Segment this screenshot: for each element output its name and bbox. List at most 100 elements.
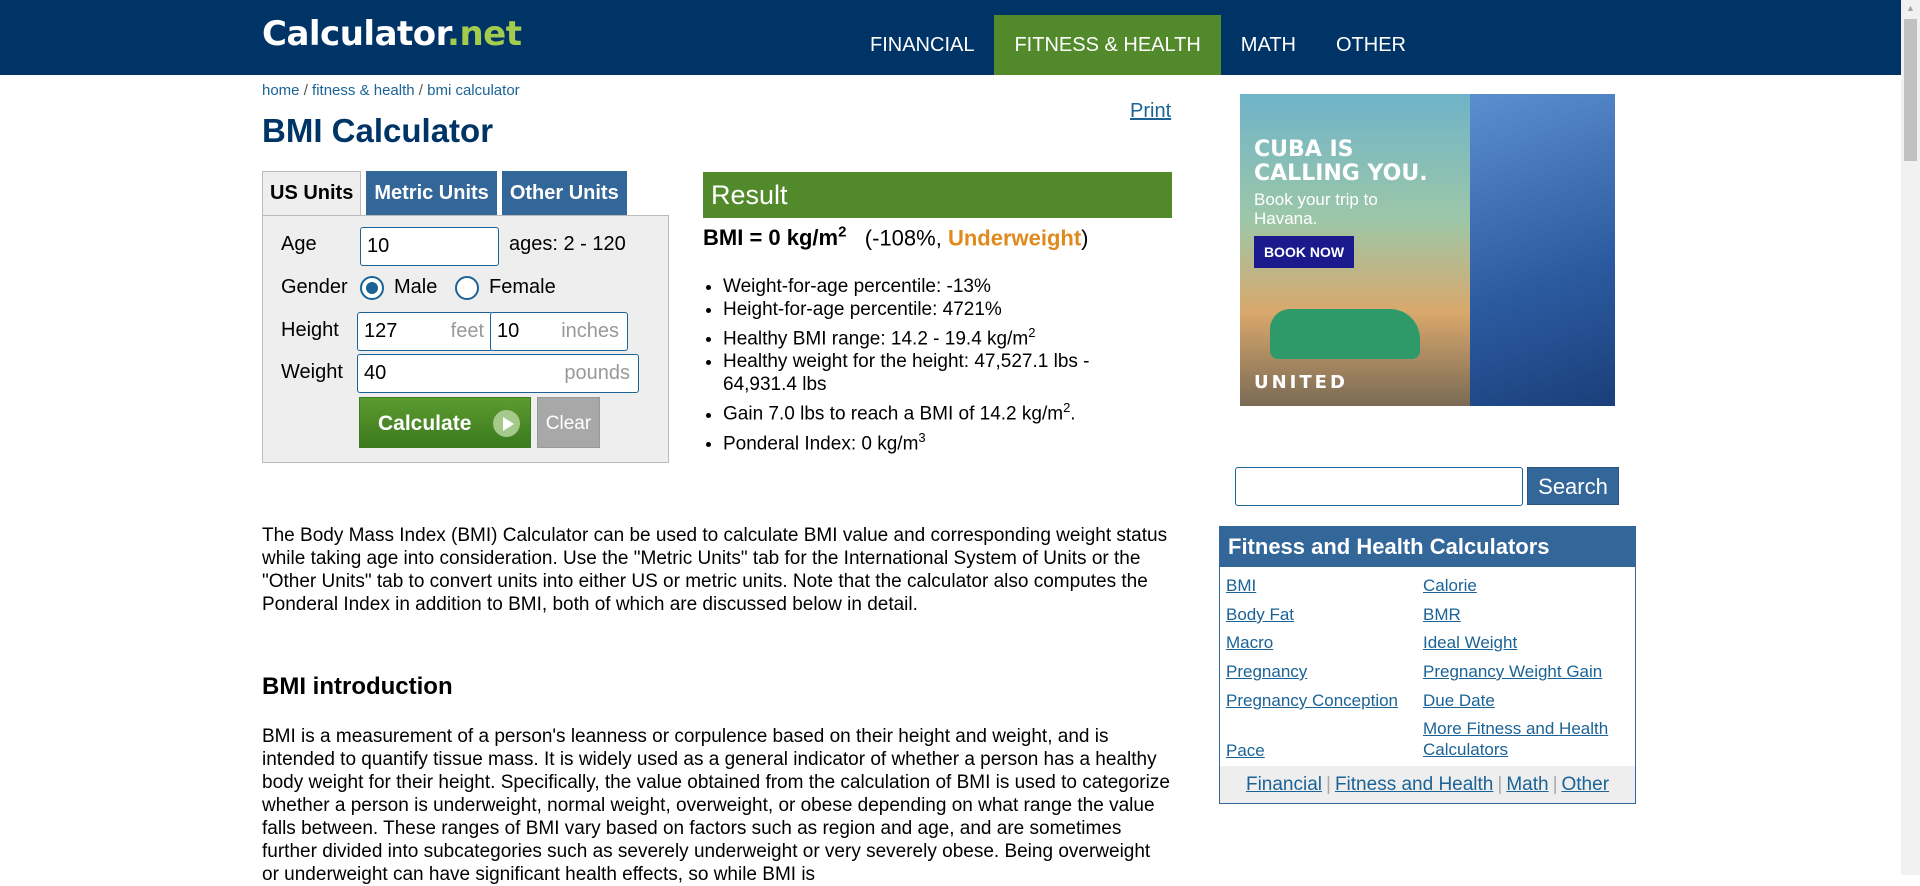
age-input[interactable]: 10 xyxy=(360,227,499,266)
print-link[interactable]: Print xyxy=(1130,100,1171,123)
gender-label: Gender xyxy=(281,276,348,298)
page-scrollbar[interactable]: ▲ xyxy=(1901,0,1920,875)
unit-tabs: US Units Metric Units Other Units xyxy=(262,171,632,216)
link-pregnancy-conception[interactable]: Pregnancy Conception xyxy=(1226,690,1398,711)
result-item-text: Height-for-age percentile: 4721% xyxy=(723,299,1002,320)
section-heading: BMI introduction xyxy=(262,673,453,700)
male-radio[interactable] xyxy=(360,276,384,300)
link-due-date[interactable]: Due Date xyxy=(1423,690,1495,711)
weight-label: Weight xyxy=(281,361,343,383)
footer-link-financial[interactable]: Financial xyxy=(1246,774,1322,795)
calculate-button[interactable]: Calculate xyxy=(359,397,531,448)
link-bmi[interactable]: BMI xyxy=(1226,575,1256,596)
link-calorie[interactable]: Calorie xyxy=(1423,575,1477,596)
result-item: Gain 7.0 lbs to reach a BMI of 14.2 kg/m… xyxy=(723,396,1163,425)
nav-other[interactable]: OTHER xyxy=(1316,15,1426,75)
inches-unit: inches xyxy=(561,320,619,342)
bmi-status: Underweight xyxy=(947,225,1082,251)
bmi-result-line: BMI = 0 kg/m2 (-108%, Underweight) xyxy=(703,224,1089,251)
result-item-exponent: 2 xyxy=(1028,325,1036,340)
tab-us-units[interactable]: US Units xyxy=(262,171,362,216)
result-item-suffix: . xyxy=(1070,403,1076,425)
main-nav: FINANCIAL FITNESS & HEALTH MATH OTHER xyxy=(850,15,1426,75)
footer-divider: | xyxy=(1326,774,1331,795)
breadcrumb-separator: / xyxy=(299,82,313,99)
calculate-label: Calculate xyxy=(378,412,472,435)
section-paragraph: BMI is a measurement of a person's leann… xyxy=(262,726,1170,885)
page-title: BMI Calculator xyxy=(262,112,494,149)
result-item: Weight-for-age percentile: -13% xyxy=(723,275,1163,298)
link-body-fat[interactable]: Body Fat xyxy=(1226,604,1294,625)
tab-other-units[interactable]: Other Units xyxy=(501,171,627,216)
logo-net: net xyxy=(459,14,522,54)
weight-unit: pounds xyxy=(564,362,630,384)
category-footer-links: Financial | Fitness and Health | Math | Other xyxy=(1220,766,1635,803)
ad-headline: CUBA IS CALLING YOU. xyxy=(1254,137,1428,186)
ad-car-image xyxy=(1270,309,1420,359)
male-label[interactable]: Male xyxy=(394,276,437,299)
search-input[interactable] xyxy=(1235,467,1523,506)
result-item-exponent: 3 xyxy=(918,429,926,445)
ad-subtext: Book your trip to Havana. xyxy=(1254,190,1378,228)
weight-value: 40 xyxy=(364,362,387,384)
search-button[interactable]: Search xyxy=(1527,467,1619,505)
result-item-text: Weight-for-age percentile: -13% xyxy=(723,276,991,297)
bmi-percent: (-108%, xyxy=(864,225,948,251)
bmi-unit-exponent: 2 xyxy=(838,224,847,241)
fitness-health-box-title: Fitness and Health Calculators xyxy=(1220,527,1635,567)
breadcrumb-fitness-health[interactable]: fitness & health xyxy=(312,82,415,99)
result-item: Ponderal Index: 0 kg/m3 xyxy=(723,426,1163,455)
result-item-text: Gain 7.0 lbs to reach a BMI of 14.2 kg/m xyxy=(723,403,1064,425)
link-more-fitness-health[interactable]: More Fitness and Health Calculators xyxy=(1423,718,1623,760)
breadcrumb-home[interactable]: home xyxy=(262,82,300,99)
breadcrumb-bmi-calculator[interactable]: bmi calculator xyxy=(427,82,520,99)
link-bmr[interactable]: BMR xyxy=(1423,604,1461,625)
nav-fitness-health[interactable]: FITNESS & HEALTH xyxy=(994,15,1221,75)
height-label: Height xyxy=(281,319,339,341)
height-feet-input[interactable]: 127 feet xyxy=(357,312,493,351)
link-ideal-weight[interactable]: Ideal Weight xyxy=(1423,632,1517,653)
link-pregnancy-weight-gain[interactable]: Pregnancy Weight Gain xyxy=(1423,661,1602,682)
link-pregnancy[interactable]: Pregnancy xyxy=(1226,661,1307,682)
result-item: Height-for-age percentile: 4721% xyxy=(723,298,1163,321)
age-label: Age xyxy=(281,233,317,255)
footer-link-fitness-health[interactable]: Fitness and Health xyxy=(1335,774,1493,795)
result-item-text: Ponderal Index: 0 kg/m xyxy=(723,432,919,454)
female-label[interactable]: Female xyxy=(489,276,556,299)
link-pace[interactable]: Pace xyxy=(1226,740,1265,761)
feet-unit: feet xyxy=(450,320,484,342)
calculator-form: Age 10 ages: 2 - 120 Gender Male Female … xyxy=(262,215,669,463)
site-logo[interactable]: Calculator.net xyxy=(262,14,522,54)
height-inches-value: 10 xyxy=(497,320,520,342)
logo-dot: . xyxy=(447,14,460,54)
ad-airplane-wing-image xyxy=(1470,94,1615,406)
scroll-thumb[interactable] xyxy=(1904,19,1917,161)
play-arrow-icon xyxy=(493,410,520,437)
ad-brand-logo: UNITED xyxy=(1254,372,1348,393)
result-item-text: Healthy weight for the height: 47,527.1 … xyxy=(723,351,1090,396)
weight-input[interactable]: 40 pounds xyxy=(357,354,639,393)
height-feet-value: 127 xyxy=(364,320,398,342)
nav-financial[interactable]: FINANCIAL xyxy=(850,15,994,75)
nav-math[interactable]: MATH xyxy=(1221,15,1316,75)
bmi-close-paren: ) xyxy=(1081,225,1089,251)
clear-button[interactable]: Clear xyxy=(537,397,600,448)
footer-link-math[interactable]: Math xyxy=(1506,774,1548,795)
fitness-health-calculators-box: Fitness and Health Calculators BMI Body … xyxy=(1219,526,1636,804)
intro-paragraph: The Body Mass Index (BMI) Calculator can… xyxy=(262,525,1168,615)
scroll-up-arrow-icon[interactable]: ▲ xyxy=(1901,0,1920,17)
result-item-text: Healthy BMI range: 14.2 - 19.4 kg/m xyxy=(723,328,1029,350)
result-details-list: Weight-for-age percentile: -13% Height-f… xyxy=(703,275,1163,455)
ad-book-now-button[interactable]: BOOK NOW xyxy=(1254,236,1354,268)
bmi-value: BMI = 0 kg/m2 xyxy=(703,224,847,250)
tab-metric-units[interactable]: Metric Units xyxy=(366,171,497,216)
link-macro[interactable]: Macro xyxy=(1226,632,1273,653)
female-radio[interactable] xyxy=(455,276,479,300)
footer-divider: | xyxy=(1552,774,1558,795)
breadcrumb-separator: / xyxy=(414,82,428,99)
footer-link-other[interactable]: Other xyxy=(1562,774,1610,795)
height-inches-input[interactable]: 10 inches xyxy=(490,312,628,351)
result-header: Result xyxy=(703,172,1172,218)
advertisement-banner[interactable]: CUBA IS CALLING YOU. Book your trip to H… xyxy=(1240,94,1615,406)
logo-text: Calculator xyxy=(262,14,448,54)
